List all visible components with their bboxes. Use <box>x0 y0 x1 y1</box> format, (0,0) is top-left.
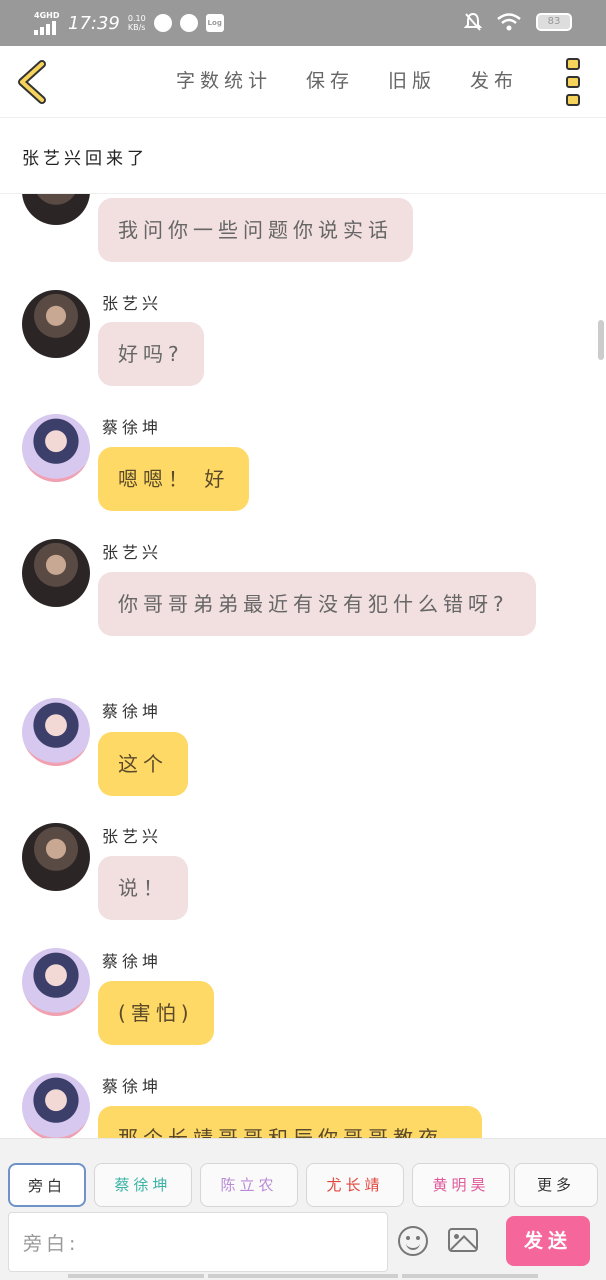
speaker-name: 张艺兴 <box>102 827 163 846</box>
wechat-icon <box>179 14 198 32</box>
network-type: 4GHD <box>34 11 60 20</box>
message-bubble[interactable]: 好吗? <box>98 322 204 386</box>
mute-bell-icon <box>464 12 482 31</box>
scrollbar[interactable] <box>598 320 604 360</box>
clock: 17:39 <box>68 12 120 34</box>
network-speed: 0.10 KB/s <box>127 14 146 32</box>
role-selector: 旁白 蔡徐坤 陈立农 尤长靖 黄明昊 更多 <box>0 1138 606 1210</box>
message-bubble[interactable]: 嗯嗯！ 好 <box>98 447 250 511</box>
story-title: 张艺兴回来了 <box>22 149 148 169</box>
message-bubble[interactable]: 这个 <box>98 732 188 796</box>
message-bubble[interactable]: 那个长靖哥哥和辰你哥哥教夜 <box>98 1106 482 1138</box>
send-button[interactable]: 发送 <box>506 1216 590 1266</box>
speaker-name: 蔡徐坤 <box>102 952 163 971</box>
avatar[interactable] <box>22 698 90 766</box>
avatar[interactable] <box>22 1073 90 1138</box>
message-bubble[interactable]: 你哥哥弟弟最近有没有犯什么错呀? <box>98 572 536 636</box>
old-version-button[interactable]: 旧版 <box>388 66 436 93</box>
image-icon[interactable] <box>448 1228 478 1252</box>
avatar[interactable] <box>22 290 90 358</box>
save-button[interactable]: 保存 <box>306 66 354 93</box>
message-bubble[interactable]: 说！ <box>98 856 188 920</box>
navigation-bar <box>0 1274 606 1280</box>
message-input[interactable]: 旁白: <box>8 1212 388 1272</box>
message-bubble[interactable]: 我问你一些问题你说实话 <box>98 198 413 262</box>
top-bar: 字数统计 保存 旧版 发布 <box>0 46 606 118</box>
speaker-name: 蔡徐坤 <box>102 1077 163 1096</box>
speaker-name: 蔡徐坤 <box>102 702 163 721</box>
role-narrator-button[interactable]: 旁白 <box>8 1163 86 1207</box>
wifi-icon <box>497 13 521 31</box>
signal-icon: 4GHD <box>34 11 60 35</box>
top-actions: 字数统计 保存 旧版 发布 <box>176 66 518 93</box>
more-menu-icon[interactable] <box>566 58 582 106</box>
role-chen-button[interactable]: 陈立农 <box>200 1163 298 1207</box>
speaker-name: 蔡徐坤 <box>102 418 163 437</box>
back-arrow-icon[interactable] <box>14 60 50 104</box>
battery-icon: 83 <box>536 13 572 31</box>
composer: 旁白: 发送 <box>0 1210 606 1280</box>
speaker-name: 张艺兴 <box>102 294 163 313</box>
word-count-button[interactable]: 字数统计 <box>176 66 272 93</box>
avatar[interactable] <box>22 414 90 482</box>
avatar[interactable] <box>22 823 90 891</box>
more-roles-button[interactable]: 更多 <box>514 1163 598 1207</box>
role-you-button[interactable]: 尤长靖 <box>306 1163 404 1207</box>
message-bubble[interactable]: (害怕) <box>98 981 214 1045</box>
speaker-name: 张艺兴 <box>102 543 163 562</box>
role-huang-button[interactable]: 黄明昊 <box>412 1163 510 1207</box>
log-icon: Log <box>205 14 224 32</box>
role-cai-button[interactable]: 蔡徐坤 <box>94 1163 192 1207</box>
speedometer-icon <box>153 14 172 32</box>
status-bar: 4GHD 17:39 0.10 KB/s Log 83 <box>0 0 606 46</box>
chat-list[interactable]: 我问你一些问题你说实话 张艺兴 好吗? 蔡徐坤 嗯嗯！ 好 张艺兴 你哥哥弟弟最… <box>0 194 606 1138</box>
story-title-row[interactable]: 张艺兴回来了 <box>0 118 606 194</box>
publish-button[interactable]: 发布 <box>470 66 518 93</box>
avatar[interactable] <box>22 948 90 1016</box>
avatar[interactable] <box>22 194 90 225</box>
emoji-icon[interactable] <box>398 1226 428 1256</box>
avatar[interactable] <box>22 539 90 607</box>
